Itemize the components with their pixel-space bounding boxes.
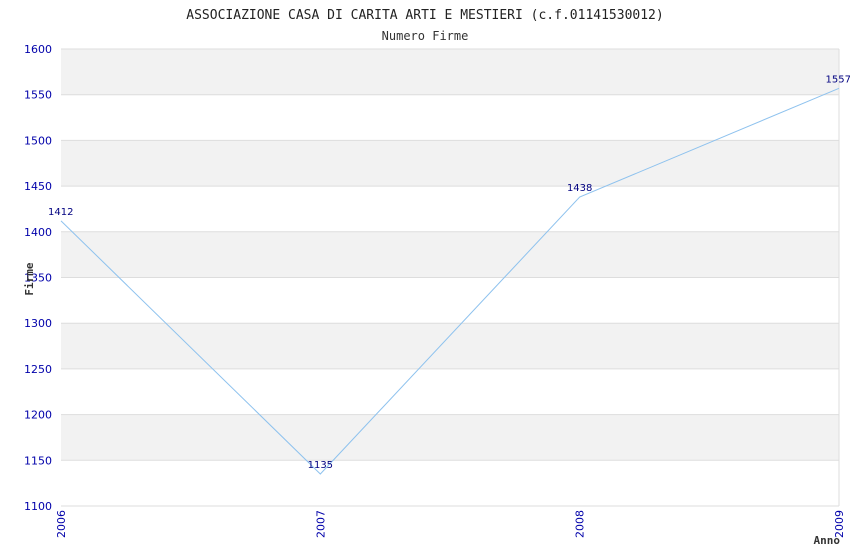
plot-band [61,186,839,232]
line-chart: 1100115012001250130013501400145015001550… [23,8,850,547]
x-axis-label: Anno [814,534,841,547]
y-tick-label: 1550 [24,89,52,102]
chart-title: ASSOCIAZIONE CASA DI CARITA ARTI E MESTI… [186,8,663,23]
y-tick-label: 1400 [24,226,52,239]
x-tick-label: 2008 [574,510,587,538]
chart-subtitle: Numero Firme [382,29,469,43]
y-tick-label: 1450 [24,180,52,193]
x-tick-label: 2007 [314,510,327,538]
y-tick-label: 1300 [24,317,52,330]
plot-band [61,323,839,369]
plot-band [61,414,839,461]
y-tick-label: 1200 [24,409,52,422]
plot-band [61,368,839,415]
y-tick-label: 1500 [24,134,52,147]
plot-band [61,140,839,187]
data-label: 1557 [826,74,850,85]
x-axis-tick-labels: 2006 2007 2008 2009 [55,510,846,538]
data-label: 1135 [308,460,333,471]
y-tick-label: 1100 [24,500,52,513]
x-tick-label: 2006 [55,510,68,538]
y-axis-label: Firme [23,262,36,295]
plot-band [61,49,839,95]
y-tick-label: 1600 [24,43,52,56]
plot-band [61,460,839,506]
plot-band [61,231,839,278]
y-tick-label: 1150 [24,454,52,467]
data-label: 1438 [567,183,592,194]
y-tick-label: 1250 [24,363,52,376]
plot-band [61,277,839,324]
data-label: 1412 [48,207,73,218]
plot-band [61,94,839,141]
